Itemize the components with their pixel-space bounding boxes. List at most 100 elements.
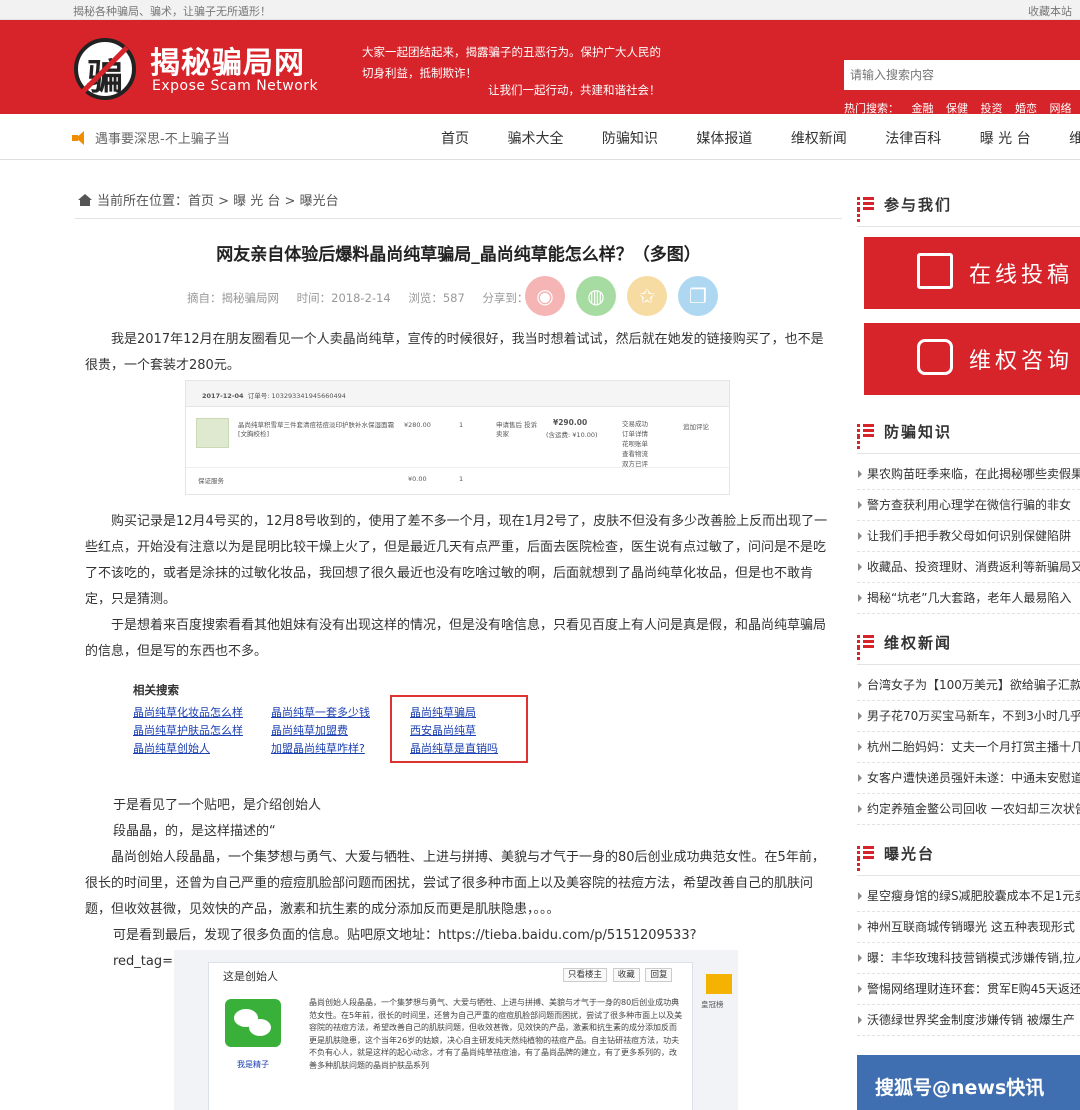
article-paragraph: 我是2017年12月在朋友圈看见一个人卖晶尚纯草，宣传的时候很好，我当时想着试试… [85, 332, 824, 373]
tieba-button: 回复 [645, 968, 673, 982]
tips-list: 果农购苗旺季来临，在此揭秘哪些卖假果 警方查获利用心理学在微信行骗的非女 让我们… [857, 459, 1080, 614]
list-item[interactable]: 曝：丰华玫瑰科技营销模式涉嫌传销,拉人 [857, 943, 1080, 974]
article-paragraph: 于是想着来百度搜索看看其他姐妹有没有出现这样的情况，但是没有啥信息，只看见百度上… [85, 618, 827, 659]
article-title: 网友亲自体验后爆料晶尚纯草骗局_晶尚纯草能怎么样？（多图） [216, 245, 701, 265]
nav-item-scams[interactable]: 骗术大全 [507, 128, 563, 148]
sidebar-heading-join: 参与我们 [857, 183, 1080, 227]
breadcrumb-text[interactable]: 当前所在位置：首页 > 曝 光 台 > 曝光台 [97, 194, 339, 209]
chat-icon [917, 339, 953, 375]
product-thumbnail [196, 418, 229, 448]
search-input[interactable] [844, 60, 1080, 90]
article-paragraph: 段晶晶，的，是这样描述的“ [113, 824, 276, 839]
nav-item-news[interactable]: 维权新闻 [791, 128, 847, 148]
nav-item-law[interactable]: 法律百科 [885, 128, 941, 148]
logo-char: 骗 [86, 56, 123, 98]
submit-article-label: 在线投稿 [969, 263, 1074, 288]
related-title: 相关搜索 [133, 683, 179, 697]
home-icon [78, 194, 92, 206]
list-icon [857, 197, 874, 211]
article-column: 当前所在位置：首页 > 曝 光 台 > 曝光台 网友亲自体验后爆料晶尚纯草骗局_… [75, 183, 842, 1110]
list-item[interactable]: 揭秘“坑老”几大套路，老年人最易陷入 [857, 583, 1080, 614]
list-item[interactable]: 杭州二胎妈妈：丈夫一个月打赏主播十几 [857, 732, 1080, 763]
header-slogan: 大家一起团结起来，揭露骗子的丑恶行为。保护广大人民的切身利益，抵制欺诈！ [362, 45, 661, 80]
order-date: 2017-12-04 [202, 392, 244, 400]
order-product: 晶尚纯草积雪草三件套清痘祛痘淡印护肤补水保湿面霜 [文胸校检] [238, 421, 394, 438]
logo-icon[interactable]: 骗 [74, 38, 136, 100]
site-header: 骗 揭秘骗局网 Expose Scam Network 大家一起团结起来，揭露骗… [0, 20, 1080, 115]
list-item[interactable]: 警方查获利用心理学在微信行骗的非女 [857, 490, 1080, 521]
list-item[interactable]: 男子花70万买宝马新车，不到3小时几乎 [857, 701, 1080, 732]
speaker-icon [72, 131, 90, 145]
site-name-en: Expose Scam Network [152, 78, 319, 94]
related-link[interactable]: 晶尚纯草创始人 [133, 740, 243, 758]
related-col-1: 晶尚纯草化妆品怎么样 晶尚纯草护肤品怎么样 晶尚纯草创始人 [133, 704, 243, 758]
related-link[interactable]: 晶尚纯草加盟费 [271, 722, 370, 740]
list-item[interactable]: 约定养殖金鳖公司回收 一农妇却三次状告 [857, 794, 1080, 825]
article-source: 摘自：揭秘骗局网 [187, 291, 279, 305]
list-icon [857, 424, 874, 438]
sidebar-heading-news: 维权新闻 [857, 621, 1080, 665]
crown-icon [706, 974, 732, 994]
list-item[interactable]: 台湾女子为【100万美元】欲给骗子汇款 [857, 670, 1080, 701]
copy-link-icon[interactable]: ❐ [678, 276, 718, 316]
related-link[interactable]: 晶尚纯草化妆品怎么样 [133, 704, 243, 722]
qzone-share-icon[interactable]: ✩ [627, 276, 667, 316]
bookmark-link[interactable]: 收藏本站 [1028, 3, 1072, 19]
related-link[interactable]: 晶尚纯草一套多少钱 [271, 704, 370, 722]
list-item[interactable]: 女客户遭快递员强奸未遂：中通未安慰道 [857, 763, 1080, 794]
tieba-buttons: 只看楼主 收藏 回复 [563, 968, 675, 982]
site-name[interactable]: 揭秘骗局网 [150, 38, 305, 82]
order-shipping: (含运费: ¥10.00) [546, 431, 598, 439]
order-number: 订单号: 103293341945660494 [247, 392, 346, 400]
list-item[interactable]: 让我们手把手教父母如何识别保健陷阱 [857, 521, 1080, 552]
sidebar-heading-text: 曝光台 [884, 845, 936, 863]
breadcrumb: 当前所在位置：首页 > 曝 光 台 > 曝光台 [75, 183, 842, 219]
article-views: 浏览：587 [408, 291, 465, 305]
header-slogan-2: 让我们一起行动，共建和谐社会！ [488, 83, 661, 97]
tieba-username: 我是精子 [237, 1060, 269, 1069]
nav-item-home[interactable]: 首页 [441, 128, 469, 148]
weibo-share-icon[interactable]: ◉ [525, 276, 565, 316]
tieba-button: 只看楼主 [563, 968, 608, 982]
nav-item-expose[interactable]: 曝 光 台 [980, 128, 1031, 148]
nav-item-knowledge[interactable]: 防骗知识 [602, 128, 658, 148]
sidebar-heading-text: 防骗知识 [884, 423, 953, 441]
order-divider [186, 467, 729, 468]
edit-icon [917, 253, 953, 289]
list-item[interactable]: 星空瘦身馆的绿S减肥胶囊成本不足1元卖 [857, 881, 1080, 912]
list-item[interactable]: 警惕网络理财连环套：贯军E购45天返还 [857, 974, 1080, 1005]
order-service-qty: 1 [459, 475, 464, 483]
main-nav: 遇事要深思-不上骗子当 首页 骗术大全 防骗知识 媒体报道 维权新闻 法律百科 … [0, 114, 1080, 160]
watermark: 搜狐号@news快讯 [875, 1077, 1045, 1099]
list-item[interactable]: 神州互联商城传销曝光 这五种表现形式 [857, 912, 1080, 943]
sidebar-banner-image: 搜狐号@news快讯 [857, 1055, 1080, 1110]
tieba-text: 晶尚创始人段晶晶，一个集梦想与勇气、大爱与牺牲、上进与拼搏、美貌与才气于一身的8… [309, 998, 683, 1070]
share-label: 分享到： [482, 291, 529, 305]
order-status: 申请售后 投诉卖家 [496, 421, 538, 438]
submit-article-button[interactable]: 在线投稿 [864, 237, 1080, 309]
sidebar-heading-text: 参与我们 [884, 196, 953, 214]
tieba-title: 这是创始人 [223, 970, 278, 983]
wechat-share-icon[interactable]: ◍ [576, 276, 616, 316]
related-link[interactable]: 加盟晶尚纯草咋样? [271, 740, 370, 758]
article-paragraph: 于是看见了一个贴吧，是介绍创始人 [113, 798, 322, 813]
order-review: 追加评论 [683, 423, 709, 431]
rights-consult-button[interactable]: 维权咨询 [864, 323, 1080, 395]
article-meta: 摘自：揭秘骗局网 时间：2018-2-14 浏览：587 分享到： [187, 290, 542, 306]
nav-item-media[interactable]: 媒体报道 [696, 128, 752, 148]
related-link[interactable]: 晶尚纯草护肤品怎么样 [133, 722, 243, 740]
wechat-avatar-icon [225, 999, 281, 1047]
order-qty: 1 [459, 421, 464, 429]
list-item[interactable]: 沃德绿世界奖金制度涉嫌传销 被爆生产 [857, 1005, 1080, 1036]
list-item[interactable]: 果农购苗旺季来临，在此揭秘哪些卖假果 [857, 459, 1080, 490]
highlight-box [390, 695, 528, 763]
sidebar-heading-text: 维权新闻 [884, 634, 953, 652]
list-item[interactable]: 收藏品、投资理财、消费返利等新骗局又 [857, 552, 1080, 583]
tieba-button: 收藏 [612, 968, 640, 982]
nav-tip: 遇事要深思-不上骗子当 [72, 128, 230, 147]
nav-item-more[interactable]: 维 [1069, 128, 1080, 148]
article-paragraph: 购买记录是12月4号买的，12月8号收到的，使用了差不多一个月，现在1月2号了，… [85, 514, 828, 607]
tieba-gift: 皇冠榜 [701, 1000, 724, 1009]
tieba-screenshot: 这是创始人 只看楼主 收藏 回复 我是精子 晶尚创始人段晶晶，一个集梦想与勇气、… [174, 950, 738, 1110]
list-icon [857, 635, 874, 649]
